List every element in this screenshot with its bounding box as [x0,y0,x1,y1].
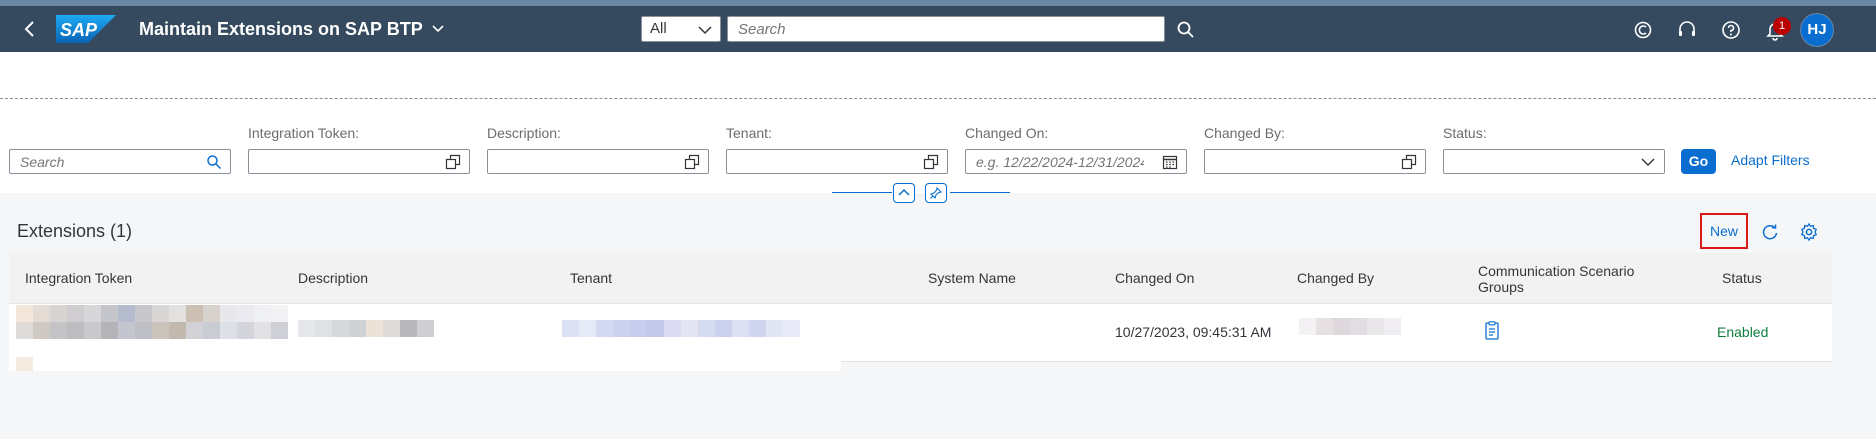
go-button[interactable]: Go [1681,149,1716,174]
filter-integration-token[interactable] [248,149,470,174]
chevron-down-icon [431,19,445,40]
filter-description[interactable] [487,149,709,174]
collapse-divider-right [950,192,1010,193]
value-help-icon[interactable] [1401,154,1417,170]
chevron-down-icon [698,26,712,35]
table-title: Extensions (1) [17,221,133,241]
filter-tenant-input[interactable] [727,150,915,173]
svg-text:SAP: SAP [60,20,98,40]
notification-badge: 1 [1773,17,1791,35]
column-header-tenant[interactable]: Tenant [570,270,612,286]
chevron-up-icon [898,188,910,196]
integration-token-redacted [16,305,288,339]
column-header-description[interactable]: Description [298,270,368,286]
column-header-communication-scenario-groups[interactable]: Communication Scenario Groups [1478,263,1678,295]
calendar-icon[interactable] [1162,154,1178,170]
page-header [0,52,1876,99]
description-redacted [298,320,434,337]
row-overflow-strip [9,357,841,371]
filter-label-integration-token: Integration Token: [248,125,360,141]
pin-icon [930,187,942,199]
shell-search-input[interactable] [728,17,1164,41]
table-row[interactable]: 10/27/2023, 09:45:31 AM Enabled [9,304,1832,362]
table-header: Integration Token Description Tenant Sys… [9,253,1832,304]
sap-logo[interactable]: SAP [56,15,116,43]
filter-changed-on-input[interactable] [966,150,1154,173]
filter-changed-on[interactable] [965,149,1187,174]
filter-bar [0,99,1876,193]
support-headset-icon[interactable] [1676,19,1698,41]
changed-by-redacted [1299,318,1401,335]
filter-status-select[interactable] [1443,149,1665,174]
column-header-changed-on[interactable]: Changed On [1115,270,1194,286]
filter-description-input[interactable] [488,150,676,173]
filter-label-status: Status: [1443,125,1487,141]
integration-token-redacted-tail [16,357,33,371]
search-scope-select[interactable]: All [641,16,721,42]
search-icon[interactable] [1176,20,1196,40]
status-cell: Enabled [1717,324,1769,340]
filter-status-input[interactable] [1444,150,1632,173]
tenant-redacted [562,320,800,337]
extensions-table: Integration Token Description Tenant Sys… [9,253,1832,362]
filter-integration-token-input[interactable] [249,150,437,173]
filter-changed-by-input[interactable] [1205,150,1393,173]
help-icon[interactable] [1720,19,1742,41]
value-help-icon[interactable] [445,154,461,170]
chevron-down-icon[interactable] [1640,154,1656,170]
filter-label-tenant: Tenant: [726,125,772,141]
value-help-icon[interactable] [684,154,700,170]
document-icon[interactable] [1484,321,1500,346]
column-header-status[interactable]: Status [1722,270,1762,286]
basic-search-input[interactable] [10,150,198,173]
app-title: Maintain Extensions on SAP BTP [139,19,423,39]
collapse-header-button[interactable] [893,183,915,203]
filter-label-changed-by: Changed By: [1204,125,1285,141]
adapt-filters-link[interactable]: Adapt Filters [1731,152,1810,168]
search-icon[interactable] [206,154,222,170]
pin-header-button[interactable] [925,183,947,203]
avatar[interactable]: HJ [1801,14,1833,46]
filter-label-changed-on: Changed On: [965,125,1049,141]
new-button[interactable]: New [1700,213,1748,249]
filter-tenant[interactable] [726,149,948,174]
filter-changed-by[interactable] [1204,149,1426,174]
changed-on-cell: 10/27/2023, 09:45:31 AM [1115,324,1272,340]
column-header-integration-token[interactable]: Integration Token [25,270,132,286]
settings-gear-icon[interactable] [1799,222,1819,242]
joule-icon[interactable] [1632,19,1654,41]
shell-search-field[interactable] [727,16,1165,42]
column-header-changed-by[interactable]: Changed By [1297,270,1374,286]
back-icon[interactable] [20,19,40,39]
basic-search-field[interactable] [9,149,231,174]
collapse-divider-left [832,192,892,193]
value-help-icon[interactable] [923,154,939,170]
refresh-icon[interactable] [1760,222,1780,242]
column-header-system-name[interactable]: System Name [928,270,1016,286]
filter-label-description: Description: [487,125,561,141]
search-scope-value: All [650,20,667,37]
shell-bar: SAP Maintain Extensions on SAP BTP All 1… [0,6,1876,52]
app-title-menu[interactable]: Maintain Extensions on SAP BTP [139,19,445,40]
